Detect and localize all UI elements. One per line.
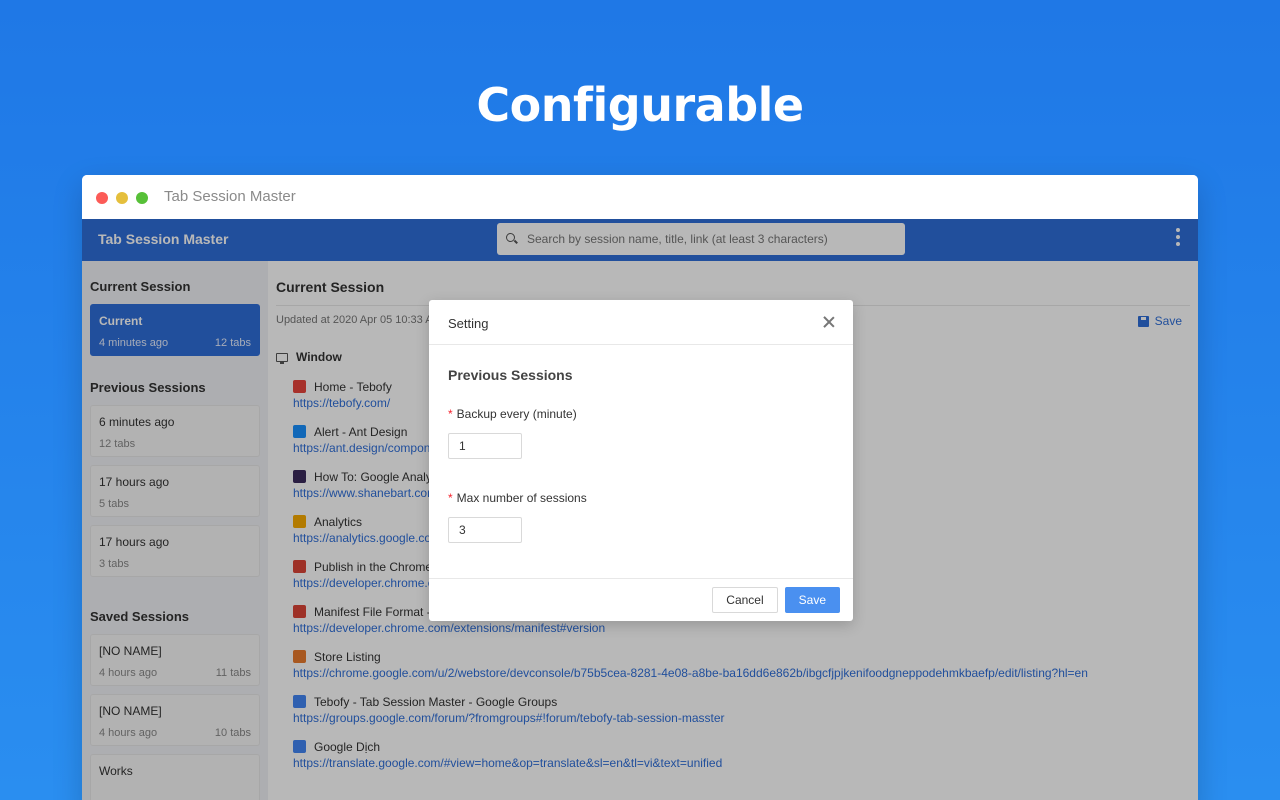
close-window-button[interactable]	[96, 192, 108, 204]
settings-dialog: Setting Previous Sessions * Backup every …	[429, 300, 853, 621]
backup-interval-input[interactable]	[448, 433, 522, 459]
max-sessions-label: * Max number of sessions	[448, 491, 587, 505]
cancel-button[interactable]: Cancel	[712, 587, 778, 613]
hero-title: Configurable	[476, 78, 804, 132]
save-button[interactable]: Save	[784, 587, 840, 613]
window-title: Tab Session Master	[164, 188, 296, 205]
minimize-window-button[interactable]	[116, 192, 128, 204]
section-title: Previous Sessions	[448, 367, 573, 383]
window-titlebar: Tab Session Master	[82, 175, 1198, 219]
close-icon[interactable]	[822, 315, 836, 329]
maximize-window-button[interactable]	[136, 192, 148, 204]
backup-interval-label: * Backup every (minute)	[448, 407, 577, 421]
max-sessions-input[interactable]	[448, 517, 522, 543]
dialog-title: Setting	[448, 316, 489, 331]
